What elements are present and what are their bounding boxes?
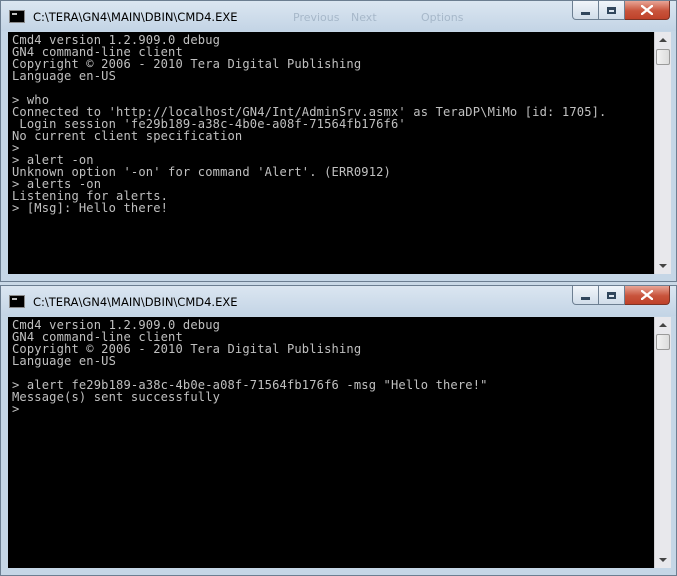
minimize-button[interactable] [572, 1, 599, 20]
caption-buttons [572, 1, 670, 21]
window-title: C:\TERA\GN4\MAIN\DBIN\CMD4.EXE [33, 295, 238, 309]
scroll-down-icon [659, 558, 667, 562]
close-button[interactable] [625, 286, 670, 305]
maximize-button[interactable] [599, 1, 625, 20]
scroll-up-button[interactable] [655, 32, 671, 48]
console-line: Language en-US [12, 354, 117, 368]
title-bar[interactable]: C:\TERA\GN4\MAIN\DBIN\CMD4.EXE [1, 286, 676, 316]
console-window-top: C:\TERA\GN4\MAIN\DBIN\CMD4.EXE Previous … [0, 0, 677, 282]
scroll-up-button[interactable] [655, 317, 671, 333]
caption-buttons [572, 286, 670, 306]
background-previous-label: Previous [293, 11, 340, 24]
console-line: Message(s) sent successfully [12, 390, 221, 404]
vertical-scrollbar[interactable] [654, 317, 671, 568]
scroll-thumb[interactable] [656, 334, 670, 350]
minimize-icon [581, 296, 590, 300]
title-bar[interactable]: C:\TERA\GN4\MAIN\DBIN\CMD4.EXE Previous … [1, 1, 676, 31]
background-options-label: Options [421, 11, 464, 24]
vertical-scrollbar[interactable] [654, 32, 671, 274]
close-button[interactable] [625, 1, 670, 20]
console-line: > [12, 402, 20, 416]
close-icon [641, 5, 653, 15]
maximize-icon [607, 6, 616, 14]
scroll-down-button[interactable] [655, 552, 671, 568]
scroll-up-icon [659, 323, 667, 327]
background-next-label: Next [351, 11, 377, 24]
scroll-down-button[interactable] [655, 258, 671, 274]
scroll-down-icon [659, 264, 667, 268]
maximize-button[interactable] [599, 286, 625, 305]
minimize-icon [581, 11, 590, 15]
console-output[interactable]: Cmd4 version 1.2.909.0 debug GN4 command… [8, 317, 654, 568]
console-line: No current client specification [12, 129, 243, 143]
console-line: > [12, 141, 20, 155]
minimize-button[interactable] [572, 286, 599, 305]
scroll-thumb[interactable] [656, 49, 670, 65]
console-app-icon[interactable] [9, 295, 25, 308]
close-icon [641, 290, 653, 300]
console-app-icon[interactable] [9, 10, 25, 23]
maximize-icon [607, 291, 616, 299]
scroll-up-icon [659, 38, 667, 42]
console-output[interactable]: Cmd4 version 1.2.909.0 debug GN4 command… [8, 32, 654, 274]
window-title: C:\TERA\GN4\MAIN\DBIN\CMD4.EXE [33, 10, 238, 24]
console-line: > [Msg]: Hello there! [12, 201, 169, 215]
console-window-bottom: C:\TERA\GN4\MAIN\DBIN\CMD4.EXE Cmd4 vers… [0, 285, 677, 576]
console-line: Unknown option '-on' for command 'Alert'… [12, 165, 391, 179]
console-line: Language en-US [12, 69, 117, 83]
